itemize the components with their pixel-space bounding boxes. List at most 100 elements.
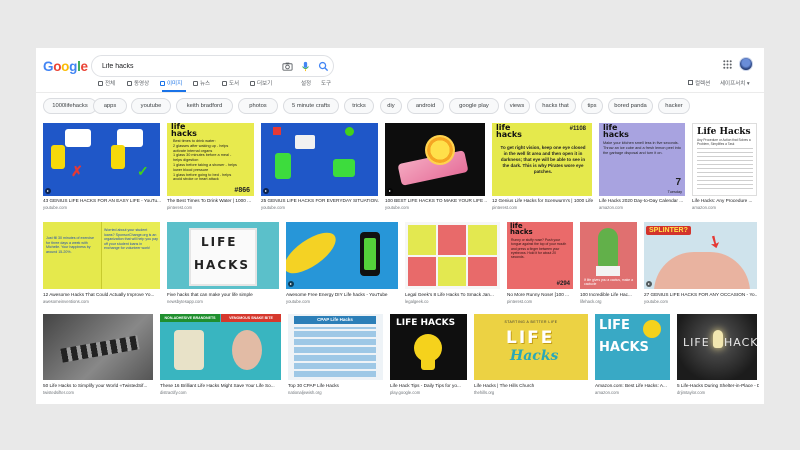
hand-image [232,330,262,370]
apps-grid-icon[interactable] [723,60,732,69]
thumb-title: HACKS [599,340,649,355]
result-caption[interactable]: Awesome Free Energy DIY Life hacks - You… [286,292,398,298]
result-caption[interactable]: 12 Genius Life Hacks for Scenwurm's | 10… [492,198,594,204]
safesearch-menu[interactable]: 세이프서치 ▾ [720,79,750,87]
thumb-title: CPAP Life Hacks [294,316,376,324]
result-caption[interactable]: Life Hacks | The Hills Church [474,383,588,389]
thumb-title: life hacks [496,123,522,139]
tools-link[interactable]: 도구 [321,79,331,87]
video-icon [127,80,132,86]
result-caption[interactable]: The Best Times To Drink Water | 1000 ... [167,198,257,204]
result-caption[interactable]: 27 GENIUS LIFE HACKS FOR ANY OCCASION - … [644,292,757,298]
result-caption[interactable]: Legal Geek's 8 Life Hacks To Smack Jan..… [405,292,500,298]
play-icon [387,188,393,194]
thumb-title: Life Hacks [697,127,751,137]
tab-videos[interactable]: 동영상 [127,79,149,87]
result-thumbnail[interactable] [261,123,378,196]
result-caption[interactable]: 100 Incredible Life Hac... [580,292,640,298]
result-caption[interactable]: 25 GENIUS LIFE HACKS FOR EVERYDAY SITUAT… [261,198,379,204]
book-icon [222,80,227,86]
chip[interactable]: photos [238,98,278,114]
chip[interactable]: keith bradford [176,98,233,114]
thumb-text: Just fill 30 minutes of exercise for thr… [46,236,94,254]
mic-icon[interactable] [300,61,311,72]
chip[interactable]: tricks [344,98,374,114]
result-caption[interactable]: 50 Life Hacks to Simplify your World «Tw… [43,383,155,389]
result-caption[interactable]: These 16 Brilliant Life Hacks Might Save… [160,383,281,389]
result-caption[interactable]: 100 BEST LIFE HACKS TO MAKE YOUR LIFE ..… [385,198,487,204]
result-thumbnail[interactable] [385,123,485,196]
chip[interactable]: views [504,98,530,114]
chip[interactable]: android [407,98,444,114]
result-thumbnail[interactable]: If life gives you a cactus, make a cactu… [580,222,637,289]
account-avatar[interactable] [739,57,753,71]
result-thumbnail[interactable]: Just fill 30 minutes of exercise for thr… [43,222,160,289]
search-box[interactable] [91,55,334,77]
result-thumbnail[interactable]: LIFE HACKS [677,314,757,380]
thumb-text: Best times to drink water: 2 glasses afte… [173,139,253,182]
result-thumbnail[interactable]: life hacks #1108 To get right vision, kee… [492,123,592,196]
search-input[interactable] [102,59,282,74]
chip[interactable]: 1000lifehacks [43,98,97,114]
chip[interactable]: google play [449,98,499,114]
tab-more[interactable]: 더보기 [250,79,272,87]
chip[interactable]: youtube [131,98,171,114]
google-logo[interactable]: Google [43,59,88,74]
more-icon [250,80,255,86]
result-thumbnail[interactable]: NON-ADHESIVE BRANDNETS VENOMOUS SNAKE BI… [160,314,281,380]
camera-icon[interactable] [282,61,293,72]
result-caption[interactable]: Life Hack Tips - Daily Tips for yo... [390,383,467,389]
thumb-text: Any Procedure or Action that Solves a Pr… [697,138,751,146]
thumb-title: life hacks [171,123,197,138]
tab-books[interactable]: 도서 [222,79,239,87]
result-thumbnail[interactable]: SPLINTER? ➘ [644,222,757,289]
result-caption[interactable]: Five hacks that can make your life simpl… [167,292,279,298]
shoe-image [174,330,204,370]
result-thumbnail[interactable]: LIFE HACKS [390,314,467,380]
collections-link[interactable]: 컬렉션 [688,79,710,87]
tools-label: 도구 [321,81,332,87]
result-thumbnail[interactable] [286,222,398,289]
result-caption[interactable]: Life Hacks 2020 Day-to-Day Calendar ... [599,198,687,204]
result-thumbnail[interactable]: CPAP Life Hacks [288,314,383,380]
result-thumbnail[interactable]: life hacks Runny or stuffy nose? Push you… [507,222,573,289]
chip[interactable]: apps [93,98,127,114]
result-source: pinterest.com [492,205,518,210]
play-icon [646,281,652,287]
chip[interactable]: bored panda [608,98,653,114]
cup-image [596,266,620,276]
result-thumbnail[interactable]: LIFE HACKS [167,222,279,289]
result-caption[interactable]: 5 Life-Hacks During Shelter-in-Place - D… [677,383,759,389]
result-thumbnail[interactable]: Life Hacks Any Procedure or Action that … [692,123,757,196]
result-thumbnail[interactable] [405,222,500,289]
result-thumbnail[interactable]: LIFE HACKS [595,314,670,380]
chip[interactable]: hacks that [535,98,576,114]
settings-link[interactable]: 설정 [301,79,311,87]
tab-news[interactable]: 뉴스 [193,79,210,87]
result-thumbnail[interactable]: life hacks Best times to drink water: 2 gl… [167,123,254,196]
result-thumbnail[interactable]: life hacks Make your kitchen smell less i… [599,123,685,196]
result-source: youtube.com [43,205,67,210]
chip[interactable]: hacker [658,98,690,114]
result-thumbnail[interactable]: STARTING A BETTER LIFE LIFE Hacks [474,314,588,380]
result-caption[interactable]: Top 30 CPAP Life Hacks [288,383,383,389]
thumb-text: If life gives you a cactus, make a cactu… [584,278,634,286]
result-caption[interactable]: Amazon.com: Best Life Hacks: A... [595,383,670,389]
thumb-day: 7 [675,177,681,188]
tab-images[interactable]: 이미지 [160,79,182,87]
result-caption[interactable]: Life Hacks: Any Procedure ... [692,198,760,204]
result-caption[interactable]: No More Runny Nose! [100 ... [507,292,573,298]
result-thumbnail[interactable]: ✗ ✓ [43,123,160,196]
chip[interactable]: tips [581,98,603,114]
tab-all[interactable]: 전체 [98,79,115,87]
logo-letter: o [61,59,70,74]
result-caption[interactable]: 12 Awesome Hacks That Could Actually Imp… [43,292,161,298]
result-thumbnail[interactable] [43,314,153,380]
result-caption[interactable]: 43 GENIUS LIFE HACKS FOR AN EASY LIFE - … [43,198,161,204]
cross-icon: ✗ [71,163,83,179]
search-icon[interactable] [318,61,329,72]
chip[interactable]: diy [380,98,402,114]
logo-letter: e [80,59,89,74]
chip[interactable]: 5 minute crafts [283,98,339,114]
result-source: distractify.com [160,390,187,395]
